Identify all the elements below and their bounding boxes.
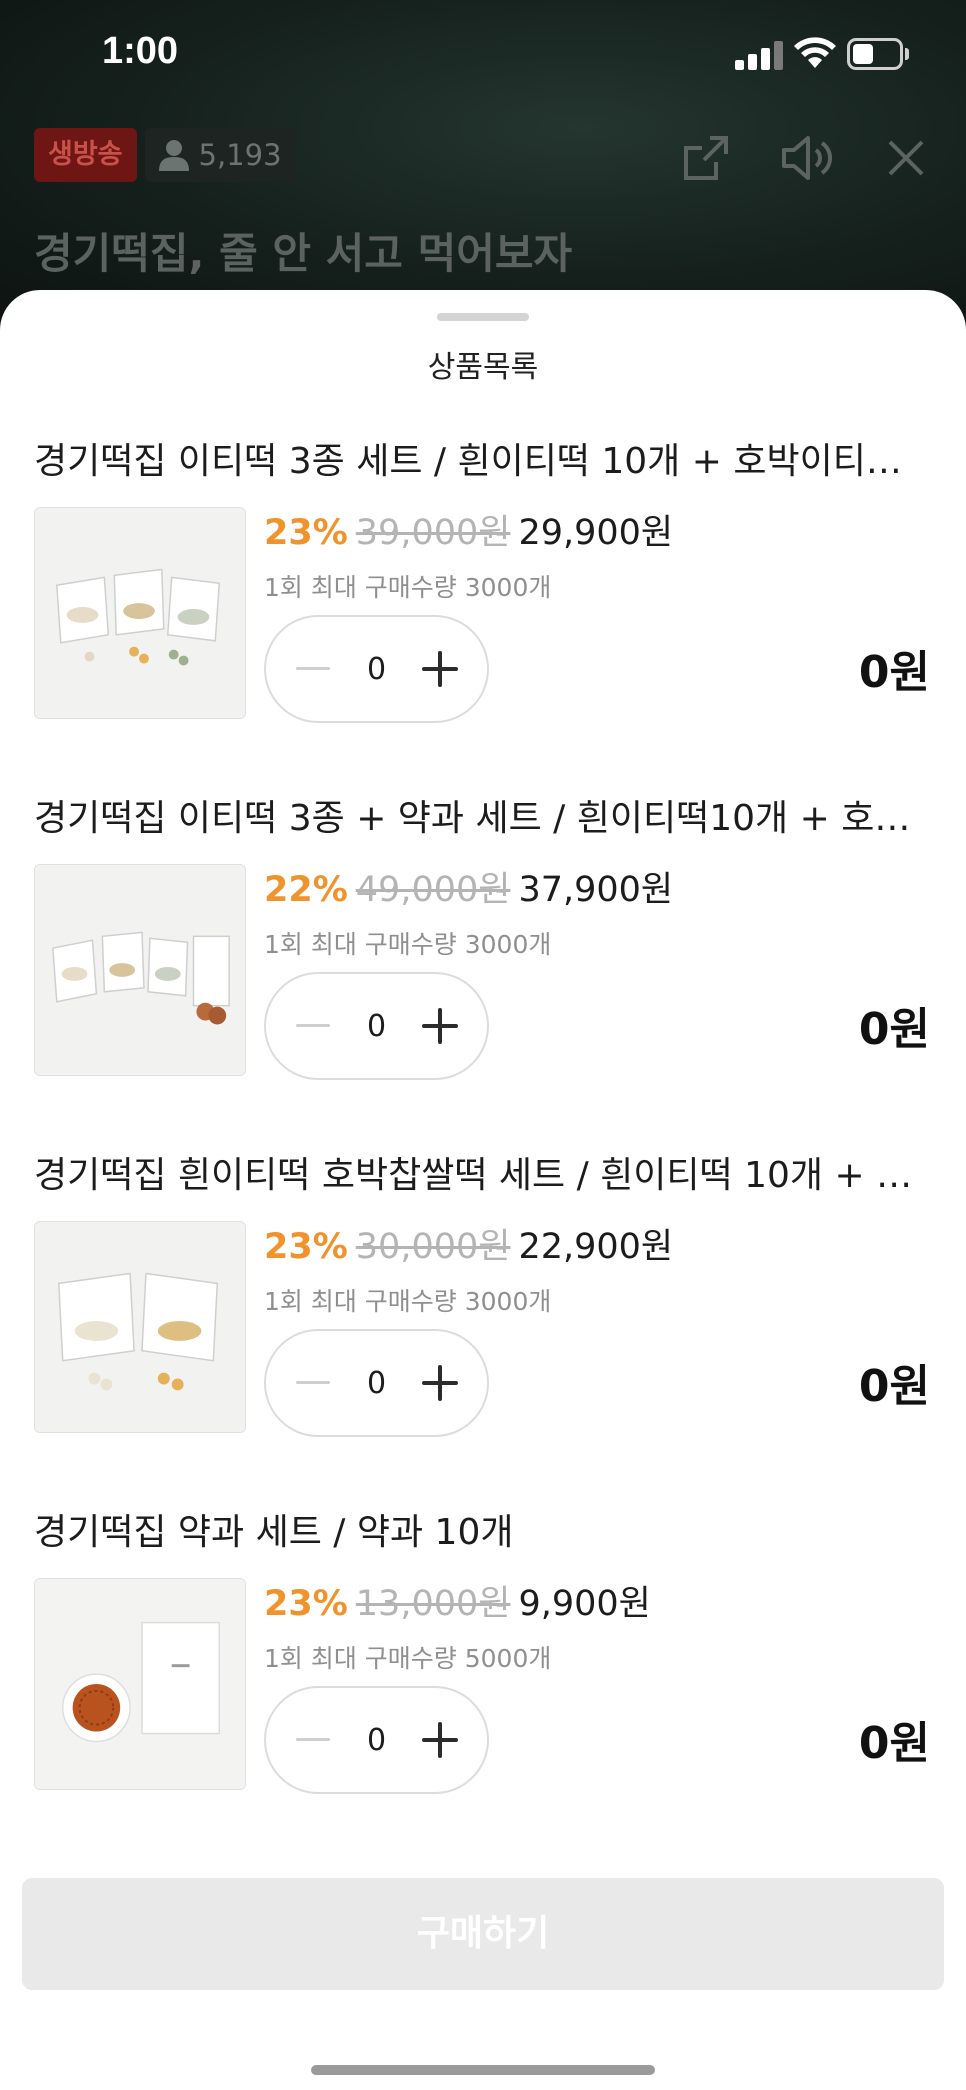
product-image[interactable]	[34, 507, 246, 719]
person-icon	[158, 140, 189, 171]
product-list-sheet: 상품목록 경기떡집 이티떡 3종 세트 / 흰이티떡 10개 + 호박이티떡 1…	[0, 290, 966, 2090]
product-name[interactable]: 경기떡집 이티떡 3종 + 약과 세트 / 흰이티떡10개 + 호박이티떡 …	[34, 797, 934, 841]
quantity-stepper: 0	[264, 972, 489, 1080]
price-line: 22% 49,000원 37,900원	[264, 867, 673, 913]
cellular-signal-icon	[735, 40, 787, 70]
stream-controls	[676, 128, 936, 188]
purchase-limit: 1회 최대 구매수량 3000개	[264, 573, 552, 602]
quantity-stepper: 0	[264, 1329, 489, 1437]
sale-price: 22,900원	[518, 1227, 674, 1267]
decrease-button[interactable]	[292, 648, 334, 690]
product-name[interactable]: 경기떡집 약과 세트 / 약과 10개	[34, 1511, 934, 1555]
quantity-stepper: 0	[264, 1686, 489, 1794]
status-bar: 1:00	[0, 0, 966, 110]
discount-rate: 23%	[264, 1227, 348, 1267]
decrease-button[interactable]	[292, 1719, 334, 1761]
product-name[interactable]: 경기떡집 흰이티떡 호박찹쌀떡 세트 / 흰이티떡 10개 + 호박찹쌀떡 …	[34, 1154, 934, 1198]
sale-price: 29,900원	[518, 513, 674, 553]
discount-rate: 23%	[264, 1584, 348, 1624]
original-price: 39,000원	[355, 513, 511, 553]
discount-rate: 23%	[264, 513, 348, 553]
original-price: 30,000원	[355, 1227, 511, 1267]
stream-badges: 생방송 5,193	[34, 128, 296, 182]
item-total: 0원	[858, 1004, 930, 1055]
item-total: 0원	[858, 1718, 930, 1769]
wifi-icon	[794, 37, 836, 68]
viewer-count-badge: 5,193	[144, 128, 296, 182]
decrease-button[interactable]	[292, 1362, 334, 1404]
product-item: 경기떡집 이티떡 3종 + 약과 세트 / 흰이티떡10개 + 호박이티떡 … …	[0, 797, 966, 1117]
product-item: 경기떡집 흰이티떡 호박찹쌀떡 세트 / 흰이티떡 10개 + 호박찹쌀떡 … …	[0, 1154, 966, 1474]
increase-button[interactable]	[419, 648, 461, 690]
yakgwa-box-icon	[35, 1579, 245, 1789]
purchase-limit: 1회 최대 구매수량 5000개	[264, 1644, 552, 1673]
sale-price: 37,900원	[518, 870, 674, 910]
increase-button[interactable]	[419, 1362, 461, 1404]
item-total: 0원	[858, 647, 930, 698]
price-line: 23% 13,000원 9,900원	[264, 1581, 651, 1627]
battery-icon	[847, 38, 909, 70]
viewer-count: 5,193	[198, 138, 282, 172]
quantity-value: 0	[366, 651, 387, 687]
original-price: 13,000원	[355, 1584, 511, 1624]
price-line: 23% 30,000원 22,900원	[264, 1224, 673, 1270]
item-total: 0원	[858, 1361, 930, 1412]
decrease-button[interactable]	[292, 1005, 334, 1047]
discount-rate: 22%	[264, 870, 348, 910]
purchase-limit: 1회 최대 구매수량 3000개	[264, 930, 552, 959]
price-line: 23% 39,000원 29,900원	[264, 510, 673, 556]
increase-button[interactable]	[419, 1719, 461, 1761]
product-image[interactable]	[34, 864, 246, 1076]
product-item: 경기떡집 약과 세트 / 약과 10개 23% 13,000원 9,900원 1…	[0, 1511, 966, 1831]
quantity-value: 0	[366, 1365, 387, 1401]
purchase-limit: 1회 최대 구매수량 3000개	[264, 1287, 552, 1316]
quantity-value: 0	[366, 1722, 387, 1758]
quantity-stepper: 0	[264, 615, 489, 723]
three-boxes-yakgwa-icon	[35, 865, 245, 1075]
status-time: 1:00	[102, 30, 179, 72]
increase-button[interactable]	[419, 1005, 461, 1047]
stream-title: 경기떡집, 줄 안 서고 먹어보자	[34, 229, 573, 278]
home-indicator	[311, 2065, 655, 2075]
product-image[interactable]	[34, 1221, 246, 1433]
share-icon[interactable]	[676, 128, 736, 188]
two-boxes-icon	[35, 1222, 245, 1432]
product-image[interactable]	[34, 1578, 246, 1790]
buy-button[interactable]: 구매하기	[22, 1878, 944, 1990]
sheet-grabber[interactable]	[437, 313, 529, 321]
quantity-value: 0	[366, 1008, 387, 1044]
sale-price: 9,900원	[518, 1584, 651, 1624]
product-name[interactable]: 경기떡집 이티떡 3종 세트 / 흰이티떡 10개 + 호박이티떡 10개 + …	[34, 440, 934, 484]
live-badge: 생방송	[34, 128, 137, 182]
three-boxes-icon	[35, 508, 245, 718]
speaker-icon[interactable]	[776, 128, 836, 188]
original-price: 49,000원	[355, 870, 511, 910]
sheet-title: 상품목록	[427, 350, 539, 385]
close-icon[interactable]	[876, 128, 936, 188]
product-item: 경기떡집 이티떡 3종 세트 / 흰이티떡 10개 + 호박이티떡 10개 + …	[0, 440, 966, 760]
